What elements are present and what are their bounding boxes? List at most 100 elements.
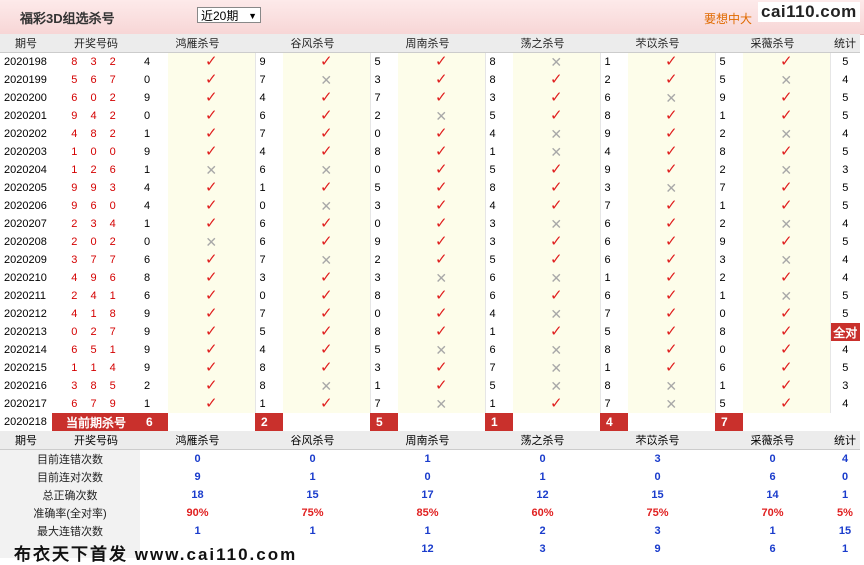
- period-cell: 2020198: [4, 56, 47, 68]
- stats-col-expert-2: 谷风杀号: [255, 431, 370, 450]
- period-cell: 2020204: [4, 164, 47, 176]
- current-stat-spacer: [830, 413, 860, 431]
- period-cell: 2020210: [4, 272, 47, 284]
- result-cell: ✕: [743, 215, 831, 233]
- result-cell: ✕: [743, 287, 831, 305]
- check-icon: ✓: [319, 233, 333, 250]
- current-kill-number: 4: [600, 413, 628, 431]
- result-cell: ✕: [743, 125, 831, 143]
- cross-icon: ✕: [780, 288, 793, 304]
- stats-value: 0: [654, 471, 661, 483]
- kill-number-cell: 0: [374, 218, 381, 230]
- check-icon: ✓: [204, 359, 218, 376]
- draw-numbers-cell: 9 6 0: [71, 200, 121, 212]
- kill-number-cell: 6: [259, 110, 266, 122]
- result-cell: ✕: [628, 395, 716, 413]
- period-cell: 2020209: [4, 254, 47, 266]
- row-stat-cell: 4: [842, 272, 849, 284]
- stats-label: 目前连对次数: [0, 468, 140, 486]
- stats-value: 60%: [531, 507, 554, 519]
- cross-icon: ✕: [435, 270, 448, 286]
- check-icon: ✓: [319, 359, 333, 376]
- stats-total: 4: [841, 453, 849, 465]
- kill-number-cell: 2: [374, 254, 381, 266]
- period-cell: 2020211: [4, 290, 47, 302]
- result-cell: ✓: [168, 341, 256, 359]
- kill-number-cell: 1: [719, 110, 726, 122]
- stats-col-numbers: 开奖号码: [52, 431, 140, 450]
- kill-number-cell: 4: [489, 128, 496, 140]
- kill-number-cell: 5: [604, 326, 611, 338]
- result-cell: ✕: [513, 377, 601, 395]
- cross-icon: ✕: [665, 378, 678, 394]
- row-stat-cell: 5: [842, 146, 849, 158]
- table-row: 2020198 8 3 2 4 ✓ 9 ✓ 5 ✓ 8 ✕ 1 ✓ 5 ✓ 5: [0, 52, 860, 71]
- stats-value: 75%: [646, 507, 669, 519]
- cross-icon: ✕: [780, 126, 793, 142]
- result-cell: ✓: [168, 395, 256, 413]
- kill-number-cell: 9: [144, 308, 151, 320]
- row-stat-cell: 4: [842, 74, 849, 86]
- check-icon: ✓: [664, 125, 678, 142]
- stats-value: 75%: [301, 507, 324, 519]
- cross-icon: ✕: [205, 234, 218, 250]
- draw-numbers-cell: 4 8 2: [71, 128, 121, 140]
- stats-row: 目前连对次数 9 1 0 1 0 6 0: [0, 468, 860, 486]
- result-cell: ✓: [398, 52, 486, 71]
- check-icon: ✓: [664, 287, 678, 304]
- result-cell: ✓: [513, 197, 601, 215]
- check-icon: ✓: [204, 53, 218, 70]
- kill-number-cell: 4: [604, 146, 611, 158]
- kill-number-cell: 6: [259, 236, 266, 248]
- footer-watermark: 布衣天下首发 www.cai110.com: [14, 545, 298, 564]
- result-cell: ✓: [398, 233, 486, 251]
- cross-icon: ✕: [320, 72, 333, 88]
- promo-link[interactable]: 要想中大: [704, 10, 752, 27]
- kill-number-cell: 6: [259, 218, 266, 230]
- table-row: 2020211 2 4 1 6 ✓ 0 ✓ 8 ✓ 6 ✓ 6 ✓ 1 ✕ 5: [0, 287, 860, 305]
- result-cell: ✓: [283, 395, 371, 413]
- kill-number-cell: 5: [374, 182, 381, 194]
- stats-value: 17: [421, 489, 434, 501]
- result-cell: ✓: [398, 197, 486, 215]
- result-cell: ✓: [743, 89, 831, 107]
- result-cell: ✓: [168, 107, 256, 125]
- kill-number-cell: 5: [374, 56, 381, 68]
- check-icon: ✓: [434, 359, 448, 376]
- stats-col-expert-6: 采薇杀号: [715, 431, 830, 450]
- cross-icon: ✕: [665, 90, 678, 106]
- col-numbers: 开奖号码: [52, 34, 140, 53]
- result-cell: ✓: [513, 89, 601, 107]
- row-stat-cell: 5: [842, 56, 849, 68]
- check-icon: ✓: [779, 197, 793, 214]
- stats-value: 0: [309, 453, 316, 465]
- kill-number-cell: 0: [144, 236, 151, 248]
- stats-value: 1: [424, 525, 431, 537]
- kill-number-cell: 8: [719, 326, 726, 338]
- kill-number-cell: 2: [719, 218, 726, 230]
- check-icon: ✓: [434, 287, 448, 304]
- check-icon: ✓: [319, 323, 333, 340]
- result-cell: ✕: [283, 377, 371, 395]
- current-kill-number: 6: [140, 413, 168, 431]
- stats-value: 0: [769, 453, 776, 465]
- result-cell: ✓: [743, 269, 831, 287]
- draw-numbers-cell: 3 7 7: [71, 254, 121, 266]
- result-cell: ✓: [628, 305, 716, 323]
- period-select[interactable]: 近20期 ▼: [197, 7, 261, 23]
- table-row: 2020205 9 9 3 4 ✓ 1 ✓ 5 ✓ 8 ✓ 3 ✕ 7 ✓ 5: [0, 179, 860, 197]
- stats-row: 目前连错次数 0 0 1 0 3 0 4: [0, 449, 860, 468]
- check-icon: ✓: [204, 305, 218, 322]
- table-row: 2020199 5 6 7 0 ✓ 7 ✕ 3 ✓ 8 ✓ 2 ✓ 5 ✕ 4: [0, 71, 860, 89]
- result-cell: ✓: [398, 305, 486, 323]
- result-cell: ✓: [398, 143, 486, 161]
- result-cell: ✓: [743, 359, 831, 377]
- row-stat-cell: 3: [842, 164, 849, 176]
- result-cell: ✓: [628, 359, 716, 377]
- period-cell: 2020207: [4, 218, 47, 230]
- stats-label: 总正确次数: [0, 486, 140, 504]
- period-cell: 2020216: [4, 380, 47, 392]
- draw-numbers-cell: 6 5 1: [71, 344, 121, 356]
- kill-number-cell: 1: [604, 362, 611, 374]
- kill-number-cell: 8: [604, 344, 611, 356]
